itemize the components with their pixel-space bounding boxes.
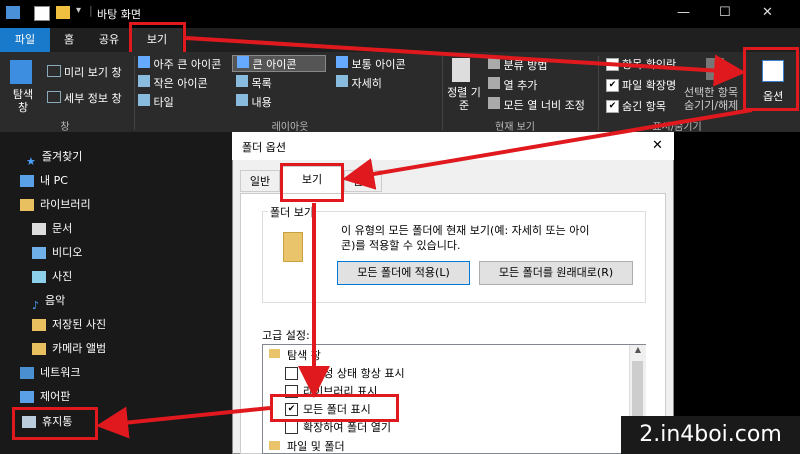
annotation-arrows xyxy=(96,36,753,439)
arrow-view-tab-to-options xyxy=(185,36,746,87)
arrow-checkbox-to-recycle-bin xyxy=(96,406,271,439)
arrow-options-to-view-tab xyxy=(342,108,753,190)
